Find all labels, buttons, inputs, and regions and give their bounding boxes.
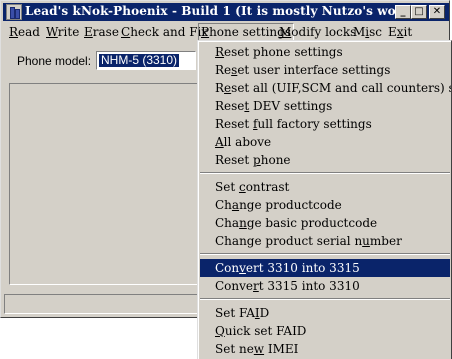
menu-separator [200, 172, 450, 174]
menuitem-reset-full-factory-settings[interactable]: Reset full factory settings [200, 115, 450, 133]
output-pane[interactable] [9, 83, 209, 285]
menu-separator [200, 253, 450, 255]
menu-check-and-fix[interactable]: Check and Fix [121, 24, 208, 40]
phone-model-value: NHM-5 (3310) [99, 53, 180, 67]
menu-misc[interactable]: Misc [353, 24, 382, 40]
menuitem-reset-phone[interactable]: Reset phone [200, 151, 450, 169]
menuitem-change-product-serial-number[interactable]: Change product serial number [200, 232, 450, 250]
minimize-button[interactable]: _ [395, 5, 411, 19]
menu-read[interactable]: Read [9, 24, 40, 40]
menu-write[interactable]: Write [46, 24, 79, 40]
menuitem-set-faid[interactable]: Set FAID [200, 304, 450, 322]
window-title: Lead's kNok-Phoenix - Build 1 (It is mos… [25, 4, 417, 18]
menu-erase[interactable]: Erase [84, 24, 119, 40]
menu-exit[interactable]: Exit [388, 24, 412, 40]
phone-model-label: Phone model: [17, 54, 92, 68]
menuitem-convert-3315-into-3310[interactable]: Convert 3315 into 3310 [200, 277, 450, 295]
maximize-button[interactable]: □ [411, 5, 427, 19]
menuitem-set-contrast[interactable]: Set contrast [200, 178, 450, 196]
app-icon[interactable] [6, 4, 22, 20]
menuitem-change-productcode[interactable]: Change productcode [200, 196, 450, 214]
phone-model-field[interactable]: NHM-5 (3310) [96, 51, 196, 70]
close-button[interactable]: ✕ [429, 5, 445, 19]
phone-settings-menu: Reset phone settings Reset user interfac… [197, 40, 452, 359]
menuitem-quick-set-faid[interactable]: Quick set FAID [200, 322, 450, 340]
menu-bar: Read Write Erase Check and Fix Phone set… [3, 22, 449, 42]
menuitem-reset-user-interface-settings[interactable]: Reset user interface settings [200, 61, 450, 79]
title-bar[interactable]: Lead's kNok-Phoenix - Build 1 (It is mos… [3, 3, 449, 21]
menuitem-set-new-imei[interactable]: Set new IMEI [200, 340, 450, 358]
status-bar [4, 294, 209, 314]
menuitem-change-basic-productcode[interactable]: Change basic productcode [200, 214, 450, 232]
menuitem-convert-3310-into-3315[interactable]: Convert 3310 into 3315 [200, 259, 450, 277]
menuitem-reset-all-settings[interactable]: Reset all (UIF,SCM and call counters) se… [200, 79, 451, 97]
menuitem-all-above[interactable]: All above [200, 133, 450, 151]
menu-modify-locks[interactable]: Modify locks [279, 24, 356, 40]
menuitem-reset-dev-settings[interactable]: Reset DEV settings [200, 97, 450, 115]
menuitem-reset-phone-settings[interactable]: Reset phone settings [200, 43, 450, 61]
menu-separator [200, 298, 450, 300]
